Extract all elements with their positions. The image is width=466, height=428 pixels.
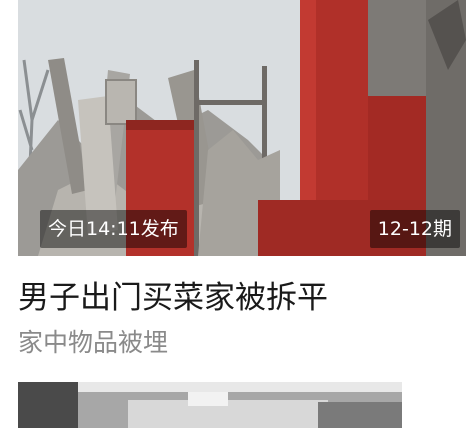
article-subtitle[interactable]: 家中物品被埋: [18, 324, 458, 362]
article-title[interactable]: 男子出门买菜家被拆平: [18, 276, 458, 320]
next-article-image: [18, 382, 402, 428]
article-thumbnail[interactable]: 今日14:11发布 12-12期: [18, 0, 466, 256]
news-card[interactable]: 今日14:11发布 12-12期 男子出门买菜家被拆平 家中物品被埋: [0, 0, 466, 428]
next-article-thumbnail[interactable]: [18, 382, 402, 428]
publish-time-badge: 今日14:11发布: [40, 210, 187, 248]
issue-badge: 12-12期: [369, 210, 460, 248]
